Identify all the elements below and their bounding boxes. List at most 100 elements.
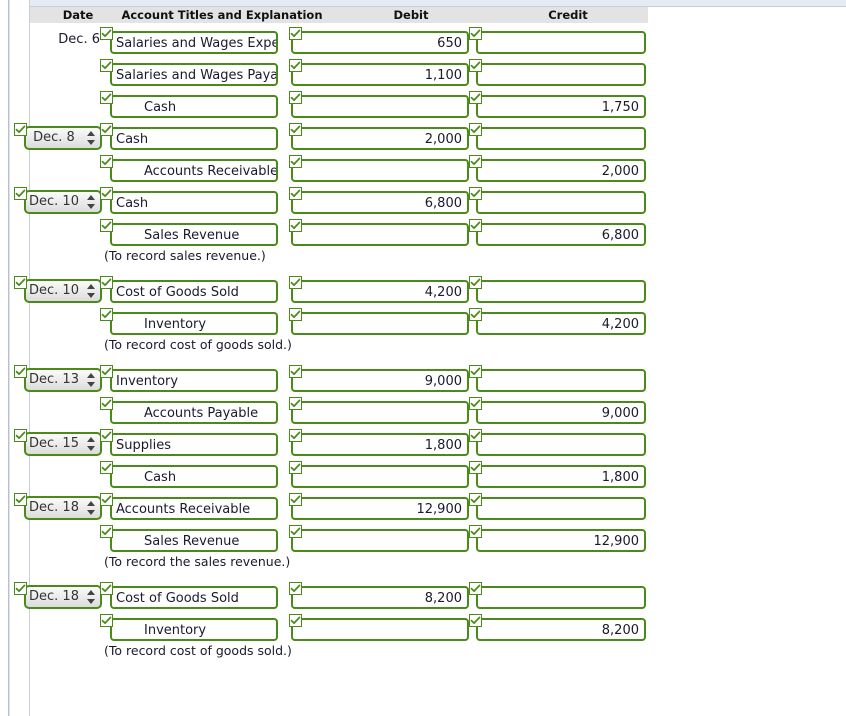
credit-checkbox-icon[interactable]	[469, 614, 482, 627]
account-title-input[interactable]: Accounts Receivable	[110, 159, 278, 182]
account-title-input[interactable]: Sales Revenue	[110, 223, 278, 246]
account-checkbox-icon[interactable]	[100, 276, 113, 289]
credit-checkbox-icon[interactable]	[469, 525, 482, 538]
date-checkbox-icon[interactable]	[14, 187, 27, 200]
account-title-input[interactable]: Cost of Goods Sold	[110, 280, 278, 303]
account-checkbox-icon[interactable]	[100, 429, 113, 442]
account-title-input[interactable]: Sales Revenue	[110, 529, 278, 552]
debit-amount-input[interactable]: 9,000	[291, 369, 469, 392]
credit-checkbox-icon[interactable]	[469, 493, 482, 506]
debit-amount-input[interactable]: 1,800	[291, 433, 469, 456]
debit-checkbox-icon[interactable]	[289, 461, 302, 474]
account-title-input[interactable]: Supplies	[110, 433, 278, 456]
debit-amount-input[interactable]: 6,800	[291, 191, 469, 214]
account-checkbox-icon[interactable]	[100, 493, 113, 506]
credit-amount-input[interactable]	[476, 586, 646, 609]
credit-amount-input[interactable]	[476, 127, 646, 150]
credit-amount-input[interactable]	[476, 63, 646, 86]
account-checkbox-icon[interactable]	[100, 397, 113, 410]
debit-amount-input[interactable]: 12,900	[291, 497, 469, 520]
debit-checkbox-icon[interactable]	[289, 429, 302, 442]
account-title-input[interactable]: Cash	[110, 191, 278, 214]
credit-amount-input[interactable]	[476, 433, 646, 456]
debit-checkbox-icon[interactable]	[289, 155, 302, 168]
credit-checkbox-icon[interactable]	[469, 155, 482, 168]
account-checkbox-icon[interactable]	[100, 365, 113, 378]
debit-amount-input[interactable]: 650	[291, 31, 469, 54]
account-title-input[interactable]: Inventory	[110, 312, 278, 335]
spinner-arrows-icon[interactable]	[87, 501, 95, 515]
credit-checkbox-icon[interactable]	[469, 187, 482, 200]
credit-amount-input[interactable]: 2,000	[476, 159, 646, 182]
debit-checkbox-icon[interactable]	[289, 276, 302, 289]
account-checkbox-icon[interactable]	[100, 219, 113, 232]
debit-checkbox-icon[interactable]	[289, 59, 302, 72]
account-title-input[interactable]: Cost of Goods Sold	[110, 586, 278, 609]
credit-checkbox-icon[interactable]	[469, 582, 482, 595]
debit-amount-input[interactable]	[291, 312, 469, 335]
account-checkbox-icon[interactable]	[100, 155, 113, 168]
date-select[interactable]: Dec. 18	[24, 496, 102, 520]
credit-checkbox-icon[interactable]	[469, 397, 482, 410]
account-checkbox-icon[interactable]	[100, 59, 113, 72]
credit-checkbox-icon[interactable]	[469, 308, 482, 321]
debit-amount-input[interactable]	[291, 401, 469, 424]
credit-amount-input[interactable]	[476, 31, 646, 54]
date-checkbox-icon[interactable]	[14, 493, 27, 506]
debit-checkbox-icon[interactable]	[289, 123, 302, 136]
debit-checkbox-icon[interactable]	[289, 27, 302, 40]
debit-amount-input[interactable]	[291, 159, 469, 182]
debit-checkbox-icon[interactable]	[289, 187, 302, 200]
debit-amount-input[interactable]	[291, 465, 469, 488]
debit-checkbox-icon[interactable]	[289, 397, 302, 410]
account-checkbox-icon[interactable]	[100, 525, 113, 538]
debit-amount-input[interactable]: 4,200	[291, 280, 469, 303]
credit-amount-input[interactable]: 1,750	[476, 95, 646, 118]
account-title-input[interactable]: Salaries and Wages Payab	[110, 63, 278, 86]
account-checkbox-icon[interactable]	[100, 123, 113, 136]
account-checkbox-icon[interactable]	[100, 91, 113, 104]
spinner-arrows-icon[interactable]	[87, 284, 95, 298]
date-checkbox-icon[interactable]	[14, 429, 27, 442]
credit-amount-input[interactable]	[476, 369, 646, 392]
date-select[interactable]: Dec. 10	[24, 190, 102, 214]
debit-checkbox-icon[interactable]	[289, 493, 302, 506]
credit-checkbox-icon[interactable]	[469, 219, 482, 232]
debit-amount-input[interactable]: 2,000	[291, 127, 469, 150]
account-title-input[interactable]: Cash	[110, 127, 278, 150]
credit-amount-input[interactable]	[476, 280, 646, 303]
credit-amount-input[interactable]: 8,200	[476, 618, 646, 641]
account-title-input[interactable]: Cash	[110, 465, 278, 488]
account-checkbox-icon[interactable]	[100, 461, 113, 474]
credit-checkbox-icon[interactable]	[469, 59, 482, 72]
credit-amount-input[interactable]: 4,200	[476, 312, 646, 335]
date-select[interactable]: Dec. 13	[24, 368, 102, 392]
date-select[interactable]: Dec. 10	[24, 279, 102, 303]
account-checkbox-icon[interactable]	[100, 187, 113, 200]
debit-checkbox-icon[interactable]	[289, 308, 302, 321]
debit-checkbox-icon[interactable]	[289, 582, 302, 595]
debit-checkbox-icon[interactable]	[289, 219, 302, 232]
credit-checkbox-icon[interactable]	[469, 123, 482, 136]
spinner-arrows-icon[interactable]	[87, 437, 95, 451]
credit-checkbox-icon[interactable]	[469, 91, 482, 104]
debit-checkbox-icon[interactable]	[289, 365, 302, 378]
account-title-input[interactable]: Accounts Receivable	[110, 497, 278, 520]
debit-amount-input[interactable]	[291, 618, 469, 641]
date-select[interactable]: Dec. 15	[24, 432, 102, 456]
date-select[interactable]: Dec. 8	[24, 126, 102, 150]
debit-amount-input[interactable]: 1,100	[291, 63, 469, 86]
account-title-input[interactable]: Inventory	[110, 369, 278, 392]
date-select[interactable]: Dec. 18	[24, 585, 102, 609]
credit-amount-input[interactable]	[476, 191, 646, 214]
account-title-input[interactable]: Salaries and Wages Expen	[110, 31, 278, 54]
debit-amount-input[interactable]	[291, 223, 469, 246]
spinner-arrows-icon[interactable]	[87, 131, 95, 145]
spinner-arrows-icon[interactable]	[87, 195, 95, 209]
debit-amount-input[interactable]	[291, 529, 469, 552]
account-title-input[interactable]: Inventory	[110, 618, 278, 641]
credit-checkbox-icon[interactable]	[469, 365, 482, 378]
credit-checkbox-icon[interactable]	[469, 461, 482, 474]
credit-amount-input[interactable]: 6,800	[476, 223, 646, 246]
debit-checkbox-icon[interactable]	[289, 614, 302, 627]
